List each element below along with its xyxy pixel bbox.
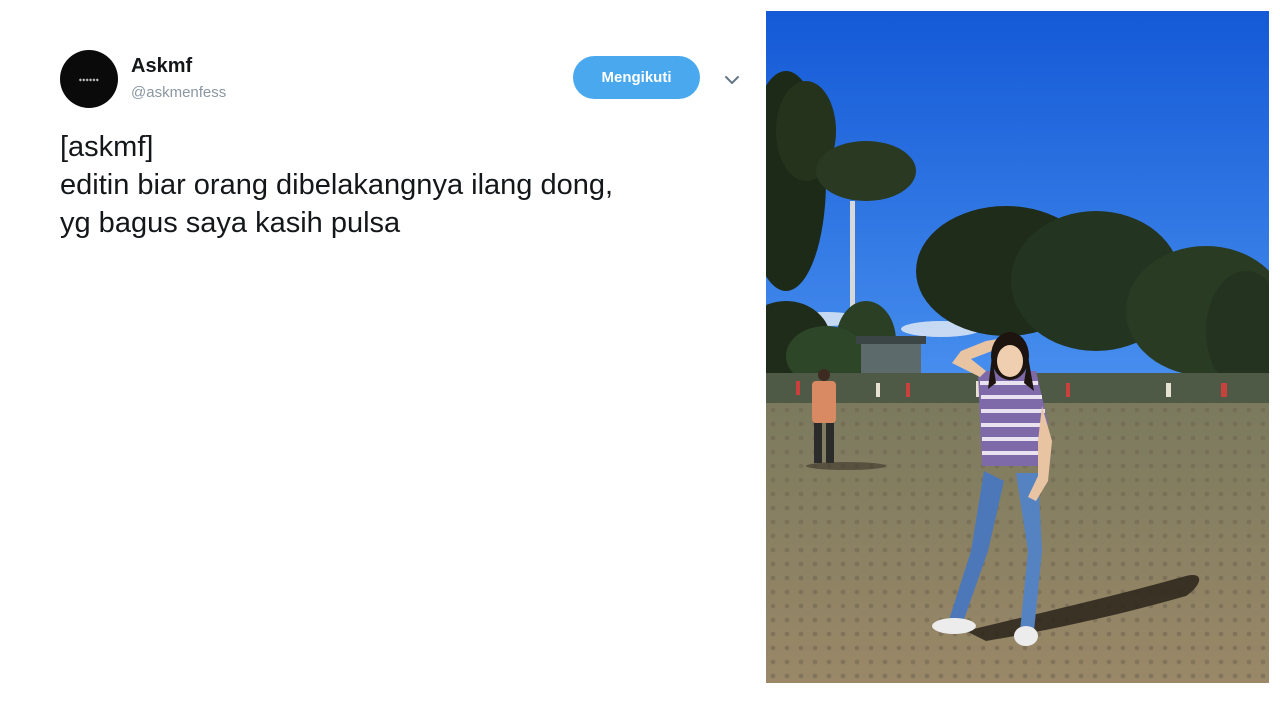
following-button[interactable]: Mengikuti xyxy=(573,56,700,99)
avatar-logo-icon: ◆◆◆◆◆◆ xyxy=(78,76,100,82)
more-options-button[interactable] xyxy=(722,70,742,90)
display-name[interactable]: Askmf xyxy=(131,55,192,78)
tweet-photo[interactable] xyxy=(766,11,1269,683)
avatar[interactable]: ◆◆◆◆◆◆ xyxy=(60,50,118,108)
photo-scene xyxy=(766,11,1269,683)
tweet-view: ◆◆◆◆◆◆ Askmf @askmenfess Mengikuti [askm… xyxy=(0,0,1280,720)
chevron-down-icon xyxy=(725,76,739,84)
user-handle[interactable]: @askmenfess xyxy=(131,84,226,101)
tweet-text-line: editin biar orang dibelakangnya ilang do… xyxy=(60,169,614,201)
tweet-text: [askmf] editin biar orang dibelakangnya … xyxy=(60,128,750,242)
tweet-text-line: yg bagus saya kasih pulsa xyxy=(60,207,401,239)
tweet-text-line: [askmf] xyxy=(60,131,154,163)
